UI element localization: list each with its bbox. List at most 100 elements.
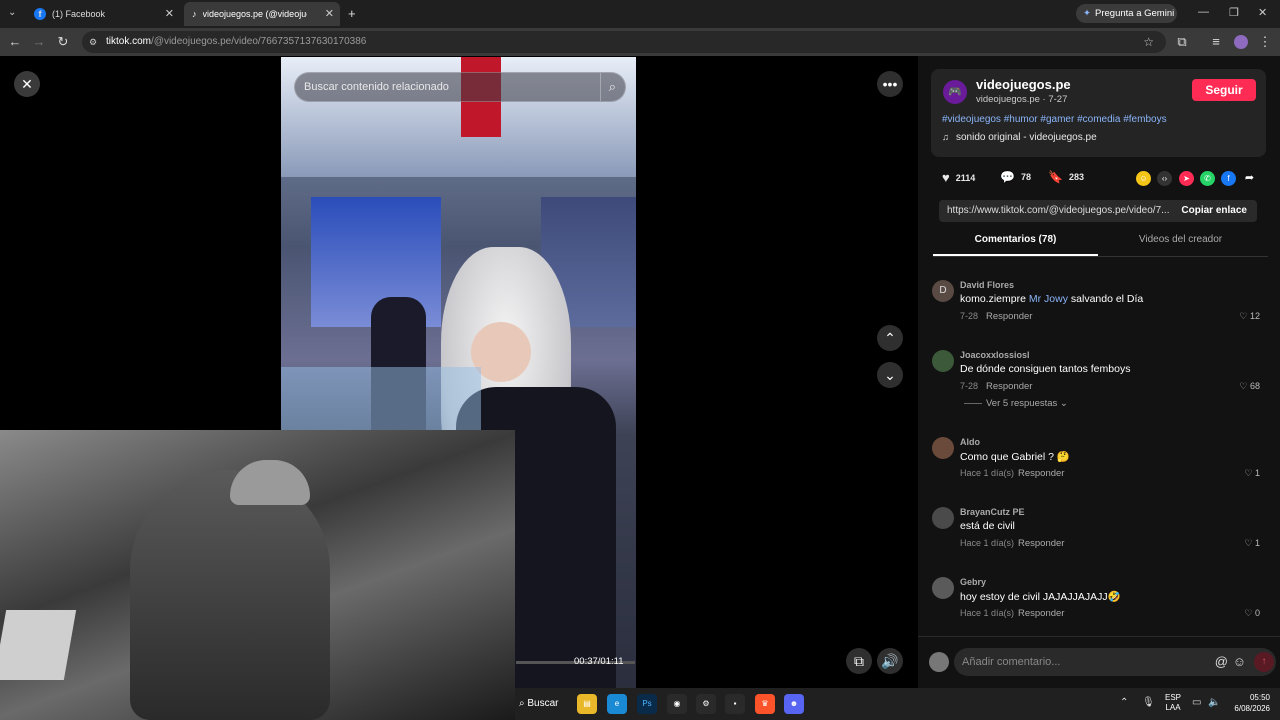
commenter-avatar[interactable]: D [932, 280, 954, 302]
reply-button[interactable]: Responder [1018, 538, 1064, 549]
url-path: /@videojuegos.pe/video/76673571376301703… [151, 36, 367, 47]
media-controls-icon[interactable]: ≡ [1208, 34, 1224, 50]
related-search-placeholder: Buscar contenido relacionado [304, 81, 449, 93]
extensions-icon[interactable]: ⧉ [1174, 34, 1190, 50]
related-search-input[interactable]: Buscar contenido relacionado ⌕ [294, 72, 626, 102]
glass-counter [281, 367, 481, 437]
restore-icon[interactable]: ❐ [1229, 6, 1239, 19]
commenter-avatar[interactable] [932, 507, 954, 529]
next-video-button[interactable]: ⌄ [877, 362, 903, 388]
comment-like[interactable]: ♡ 0 [1244, 608, 1260, 619]
more-options-button[interactable]: ••• [877, 71, 903, 97]
chevron-up-icon[interactable]: ⌃ [1120, 697, 1128, 708]
close-tab-icon[interactable]: ✕ [165, 7, 174, 20]
tab-comments[interactable]: Comentarios (78) [933, 234, 1098, 254]
commenter-name[interactable]: David Flores [960, 280, 1014, 290]
discord-icon[interactable]: ☻ [784, 694, 804, 714]
tab-facebook[interactable]: f (1) Facebook ✕ [26, 2, 180, 26]
send-icon[interactable]: ➤ [1179, 171, 1194, 186]
menu-kebab-icon[interactable]: ⋮ [1257, 34, 1273, 50]
comment-like[interactable]: ♡ 1 [1244, 468, 1260, 479]
comment-icon: 💬 [1000, 170, 1015, 184]
mention-icon[interactable]: @ [1215, 648, 1228, 676]
reply-button[interactable]: Responder [1018, 468, 1064, 479]
network-icon[interactable]: ▭ [1192, 697, 1201, 708]
microphone-icon[interactable]: 🎙 [1142, 697, 1155, 708]
minimize-icon[interactable]: — [1198, 6, 1209, 18]
facebook-share-icon[interactable]: f [1221, 171, 1236, 186]
reply-button[interactable]: Responder [986, 311, 1032, 322]
share-friends-icon[interactable]: ☺ [1136, 171, 1151, 186]
like-stat[interactable]: ♥ 2114 [942, 170, 975, 185]
commenter-name[interactable]: BrayanCutz PE [960, 507, 1025, 517]
share-link[interactable]: https://www.tiktok.com/@videojuegos.pe/v… [947, 205, 1169, 216]
video-time: 00:37/01:11 [574, 656, 624, 667]
brave-icon[interactable]: ♛ [755, 694, 775, 714]
app-icon[interactable]: ▪ [725, 694, 745, 714]
comment-like[interactable]: ♡ 12 [1239, 311, 1260, 322]
close-window-icon[interactable]: ✕ [1258, 6, 1267, 19]
commenter-avatar[interactable] [932, 350, 954, 372]
commenter-name[interactable]: Joacoxxlossiosl [960, 350, 1030, 360]
comment-time: Hace 1 día(s) [960, 608, 1015, 618]
reply-button[interactable]: Responder [1018, 608, 1064, 619]
picture-in-picture-button[interactable]: ⧉ [846, 648, 872, 674]
author-name[interactable]: videojuegos.pe [976, 77, 1071, 92]
emoji-icon[interactable]: ☺ [1233, 648, 1246, 676]
file-explorer-icon[interactable]: ▤ [577, 694, 597, 714]
comment-like[interactable]: ♡ 68 [1239, 381, 1260, 392]
commenter-avatar[interactable] [932, 437, 954, 459]
comment-text: hoy estoy de civil JAJAJJAJAJJ🤣 [960, 591, 1121, 603]
clock[interactable]: 05:50 6/08/2026 [1226, 692, 1270, 714]
commenter-avatar[interactable] [932, 577, 954, 599]
url-field[interactable]: ⚙ tiktok.com/@videojuegos.pe/video/76673… [82, 31, 1166, 53]
bookmark-star-icon[interactable]: ☆ [1143, 31, 1154, 53]
details-panel: 🎮 videojuegos.pe videojuegos.pe · 7-27 S… [918, 56, 1280, 688]
close-tab-icon[interactable]: ✕ [325, 7, 334, 20]
sound-name[interactable]: sonido original - videojuegos.pe [956, 132, 1097, 143]
copy-link-button[interactable]: Copiar enlace [1181, 200, 1247, 222]
volume-button[interactable]: 🔊 [877, 648, 903, 674]
view-replies-button[interactable]: Ver 5 respuestas ⌄ [986, 398, 1068, 409]
reply-button[interactable]: Responder [986, 381, 1032, 392]
speaker-icon[interactable]: 🔈 [1208, 697, 1220, 708]
like-count: 0 [1254, 608, 1260, 618]
share-more-icon[interactable]: ➦ [1242, 171, 1257, 186]
comment-stat[interactable]: 💬 78 [1000, 170, 1031, 184]
commenter-name[interactable]: Gebry [960, 577, 986, 587]
mention-link[interactable]: Mr Jowy [1029, 293, 1068, 305]
taskbar-search[interactable]: ⌕ Buscar [519, 698, 559, 709]
volume-icon: 🔊 [881, 653, 899, 669]
back-icon[interactable]: ← [7, 34, 23, 50]
send-comment-button[interactable]: ↑ [1254, 652, 1274, 672]
tab-tiktok[interactable]: ♪ videojuegos.pe (@videojue ✕ [184, 2, 340, 26]
hashtags[interactable]: #videojuegos #humor #gamer #comedia #fem… [942, 114, 1167, 125]
previous-video-button[interactable]: ⌃ [877, 325, 903, 351]
close-video-button[interactable]: ✕ [14, 71, 40, 97]
edge-icon[interactable]: e [607, 694, 627, 714]
tab-creator-videos[interactable]: Videos del creador [1098, 234, 1263, 254]
comment-input[interactable]: Añadir comentario... @ ☺ ↑ [954, 648, 1276, 676]
comment-time: 7-28 [960, 381, 979, 391]
author-avatar[interactable]: 🎮 [943, 80, 967, 104]
new-tab-icon[interactable]: + [348, 6, 356, 21]
follow-button[interactable]: Seguir [1192, 79, 1256, 101]
embed-icon[interactable]: ‹› [1157, 171, 1172, 186]
whatsapp-icon[interactable]: ✆ [1200, 171, 1215, 186]
save-stat[interactable]: 🔖 283 [1048, 170, 1084, 184]
language-indicator[interactable]: ESP LAA [1165, 693, 1181, 713]
gemini-button[interactable]: ✦ Pregunta a Gemini [1076, 4, 1177, 23]
forward-icon[interactable]: → [31, 34, 47, 50]
search-icon[interactable]: ⌕ [599, 73, 616, 101]
chrome-icon[interactable]: ◉ [667, 694, 687, 714]
commenter-name[interactable]: Aldo [960, 437, 980, 447]
profile-avatar[interactable] [1234, 35, 1248, 49]
photoshop-icon[interactable]: Ps [637, 694, 657, 714]
site-info-icon[interactable]: ⚙ [89, 31, 97, 53]
comment-like[interactable]: ♡ 1 [1244, 538, 1260, 549]
tab-list-icon[interactable]: ⌄ [8, 7, 16, 18]
reload-icon[interactable]: ↻ [55, 34, 71, 50]
steam-icon[interactable]: ⚙ [696, 694, 716, 714]
taskbar-search-label: Buscar [527, 698, 559, 709]
gemini-icon: ✦ [1083, 8, 1091, 19]
